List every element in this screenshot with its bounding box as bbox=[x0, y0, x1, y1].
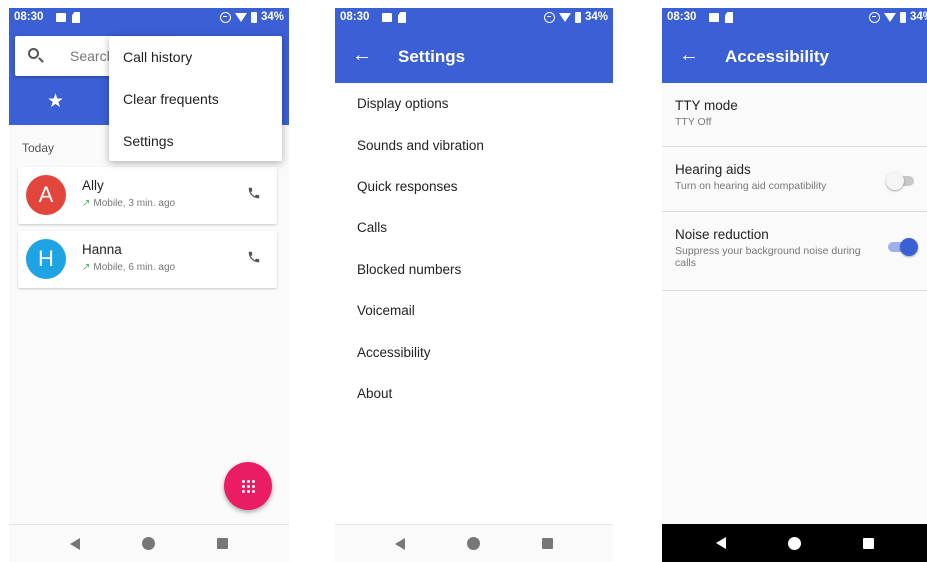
phone-icon[interactable] bbox=[247, 186, 261, 200]
app-bar: ← Settings bbox=[335, 28, 613, 83]
overflow-menu: Call history Clear frequents Settings bbox=[109, 36, 282, 161]
menu-item-clear-frequents[interactable]: Clear frequents bbox=[109, 78, 282, 120]
call-log-item[interactable]: H Hanna ↗ Mobile, 6 min. ago bbox=[18, 231, 277, 288]
setting-hearing-aids[interactable]: Hearing aids Turn on hearing aid compati… bbox=[662, 147, 927, 212]
navigation-bar bbox=[335, 524, 613, 562]
setting-summary: Suppress your background noise during ca… bbox=[675, 245, 861, 269]
settings-item-sounds[interactable]: Sounds and vibration bbox=[335, 124, 613, 165]
toggle-knob bbox=[886, 172, 904, 190]
image-notification-icon bbox=[56, 13, 66, 22]
call-log-item[interactable]: A Ally ↗ Mobile, 3 min. ago bbox=[18, 167, 277, 224]
settings-item-calls[interactable]: Calls bbox=[335, 207, 613, 248]
battery-icon bbox=[574, 11, 581, 23]
section-header: Today bbox=[22, 141, 55, 155]
outgoing-call-icon: ↗ bbox=[82, 198, 91, 209]
nav-recents-icon[interactable] bbox=[862, 537, 874, 549]
star-icon[interactable]: ★ bbox=[47, 90, 64, 113]
back-arrow-icon[interactable]: ← bbox=[352, 44, 372, 67]
call-detail: ↗ Mobile, 3 min. ago bbox=[82, 198, 176, 209]
dialpad-icon bbox=[241, 479, 255, 493]
status-bar: 08:30 34% bbox=[9, 8, 289, 28]
setting-summary: Turn on hearing aid compatibility bbox=[675, 180, 827, 192]
nav-recents-icon[interactable] bbox=[542, 538, 553, 549]
nav-back-icon[interactable] bbox=[715, 537, 726, 549]
status-bar: 08:30 34% bbox=[662, 8, 927, 28]
back-arrow-icon[interactable]: ← bbox=[679, 44, 699, 67]
nav-back-icon[interactable] bbox=[70, 537, 80, 550]
toggle-knob bbox=[900, 238, 918, 256]
settings-item-voicemail[interactable]: Voicemail bbox=[335, 290, 613, 331]
status-time: 08:30 bbox=[340, 11, 370, 23]
search-input[interactable]: Search bbox=[70, 48, 114, 64]
contact-name: Ally bbox=[82, 178, 104, 193]
sd-card-icon bbox=[398, 12, 406, 23]
dialer-screen: 08:30 34% Search ★ Call history Clear fr… bbox=[9, 8, 289, 562]
dialpad-fab[interactable] bbox=[224, 462, 272, 510]
nav-back-icon[interactable] bbox=[395, 537, 405, 550]
contact-name: Hanna bbox=[82, 242, 122, 257]
call-detail: ↗ Mobile, 6 min. ago bbox=[82, 262, 176, 273]
avatar: H bbox=[26, 239, 66, 279]
status-bar: 08:30 34% bbox=[335, 8, 613, 28]
hearing-aids-toggle[interactable] bbox=[886, 172, 914, 190]
navigation-bar bbox=[9, 524, 289, 562]
dnd-icon bbox=[868, 11, 880, 23]
accessibility-screen: 08:30 34% ← Accessibility TTY mode TTY O… bbox=[662, 8, 927, 562]
wifi-icon bbox=[234, 12, 247, 22]
wifi-icon bbox=[558, 12, 571, 22]
status-time: 08:30 bbox=[667, 11, 697, 23]
settings-item-accessibility[interactable]: Accessibility bbox=[335, 331, 613, 372]
settings-item-blocked-numbers[interactable]: Blocked numbers bbox=[335, 249, 613, 290]
sd-card-icon bbox=[72, 12, 80, 23]
setting-summary: TTY Off bbox=[675, 116, 712, 128]
search-icon bbox=[28, 48, 39, 59]
setting-noise-reduction[interactable]: Noise reduction Suppress your background… bbox=[662, 212, 927, 291]
image-notification-icon bbox=[709, 13, 719, 22]
nav-home-icon[interactable] bbox=[467, 537, 480, 550]
setting-tty-mode[interactable]: TTY mode TTY Off bbox=[662, 83, 927, 147]
status-time: 08:30 bbox=[14, 11, 44, 23]
settings-list: Display options Sounds and vibration Qui… bbox=[335, 83, 613, 414]
navigation-bar bbox=[662, 524, 927, 562]
noise-reduction-toggle[interactable] bbox=[888, 238, 918, 256]
settings-item-display-options[interactable]: Display options bbox=[335, 83, 613, 124]
settings-item-about[interactable]: About bbox=[335, 373, 613, 414]
wifi-icon bbox=[883, 12, 896, 22]
setting-title: Hearing aids bbox=[675, 162, 751, 177]
setting-title: Noise reduction bbox=[675, 227, 769, 242]
sd-card-icon bbox=[725, 12, 733, 23]
outgoing-call-icon: ↗ bbox=[82, 262, 91, 273]
page-title: Accessibility bbox=[725, 47, 829, 66]
nav-home-icon[interactable] bbox=[142, 537, 155, 550]
nav-home-icon[interactable] bbox=[787, 536, 801, 550]
nav-recents-icon[interactable] bbox=[217, 538, 228, 549]
app-bar: ← Accessibility bbox=[662, 28, 927, 83]
accessibility-list: TTY mode TTY Off Hearing aids Turn on he… bbox=[662, 83, 927, 291]
settings-item-quick-responses[interactable]: Quick responses bbox=[335, 166, 613, 207]
settings-screen: 08:30 34% ← Settings Display options Sou… bbox=[335, 8, 613, 562]
dnd-icon bbox=[219, 11, 231, 23]
battery-level: 34% bbox=[260, 11, 284, 23]
avatar: A bbox=[26, 175, 66, 215]
menu-item-settings[interactable]: Settings bbox=[109, 120, 282, 162]
setting-title: TTY mode bbox=[675, 98, 738, 113]
phone-icon[interactable] bbox=[247, 250, 261, 264]
battery-icon bbox=[250, 11, 257, 23]
page-title: Settings bbox=[398, 47, 466, 66]
menu-item-call-history[interactable]: Call history bbox=[109, 36, 282, 78]
battery-level: 34% bbox=[584, 11, 608, 23]
image-notification-icon bbox=[382, 13, 392, 22]
battery-icon bbox=[899, 11, 906, 23]
dnd-icon bbox=[543, 11, 555, 23]
battery-level: 34% bbox=[909, 11, 927, 23]
